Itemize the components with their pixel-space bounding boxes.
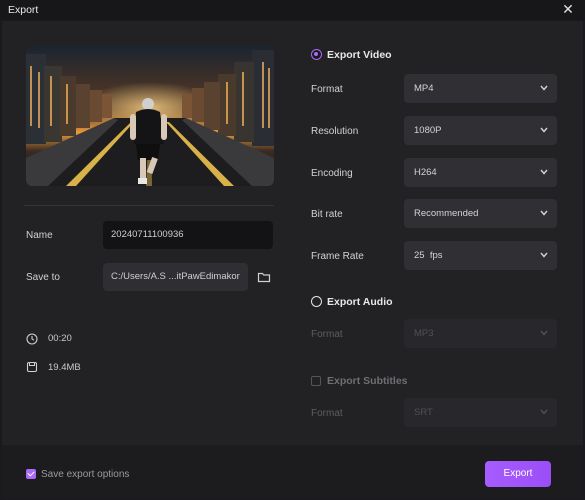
resolution-label: Resolution: [311, 126, 359, 137]
encoding-select[interactable]: H264: [404, 158, 557, 187]
encoding-label: Encoding: [311, 168, 353, 179]
subtitle-format-value: SRT: [414, 407, 433, 418]
name-label: Name: [26, 230, 53, 241]
file-size-text: 19.4MB: [48, 362, 81, 373]
frame-rate-value: 25 fps: [414, 250, 443, 261]
frame-rate-select[interactable]: 25 fps: [404, 241, 557, 270]
chevron-down-icon: [540, 409, 548, 415]
frame-rate-label: Frame Rate: [311, 251, 364, 262]
audio-format-value: MP3: [414, 328, 434, 339]
folder-icon[interactable]: [257, 270, 271, 284]
save-options-label: Save export options: [41, 469, 130, 480]
chevron-down-icon: [540, 127, 548, 133]
export-audio-title: Export Audio: [327, 296, 393, 308]
bit-rate-label: Bit rate: [311, 209, 343, 220]
bit-rate-select[interactable]: Recommended: [404, 199, 557, 228]
close-icon[interactable]: ✕: [561, 2, 575, 16]
window-title: Export: [8, 4, 39, 16]
clock-icon: [26, 333, 38, 345]
file-size-icon: [26, 361, 38, 373]
export-video-radio[interactable]: [311, 49, 322, 60]
resolution-value: 1080P: [414, 125, 442, 136]
save-to-label: Save to: [26, 272, 60, 283]
bit-rate-value: Recommended: [414, 208, 479, 219]
title-bar: Export ✕: [0, 0, 585, 20]
audio-format-select[interactable]: MP3: [404, 319, 557, 348]
export-subtitles-checkbox[interactable]: [311, 376, 321, 386]
duration-text: 00:20: [48, 333, 72, 344]
export-video-title: Export Video: [327, 49, 392, 61]
subtitle-format-select[interactable]: SRT: [404, 398, 557, 427]
format-label: Format: [311, 84, 343, 95]
format-value: MP4: [414, 83, 434, 94]
chevron-down-icon: [540, 169, 548, 175]
chevron-down-icon: [540, 330, 548, 336]
encoding-value: H264: [414, 167, 437, 178]
export-subtitles-title: Export Subtitles: [327, 375, 408, 387]
chevron-down-icon: [540, 252, 548, 258]
chevron-down-icon: [540, 85, 548, 91]
name-input[interactable]: 20240711100936: [103, 221, 273, 249]
save-path-field[interactable]: C:/Users/A.S ...itPawEdimakor: [103, 263, 248, 291]
format-select[interactable]: MP4: [404, 74, 557, 103]
export-audio-radio[interactable]: [311, 296, 322, 307]
subtitle-format-label: Format: [311, 408, 343, 419]
audio-format-label: Format: [311, 329, 343, 340]
resolution-select[interactable]: 1080P: [404, 116, 557, 145]
left-divider: [24, 205, 274, 206]
save-options-checkbox[interactable]: [26, 469, 36, 479]
export-button[interactable]: Export: [485, 461, 551, 487]
video-preview: [26, 46, 274, 186]
chevron-down-icon: [540, 210, 548, 216]
